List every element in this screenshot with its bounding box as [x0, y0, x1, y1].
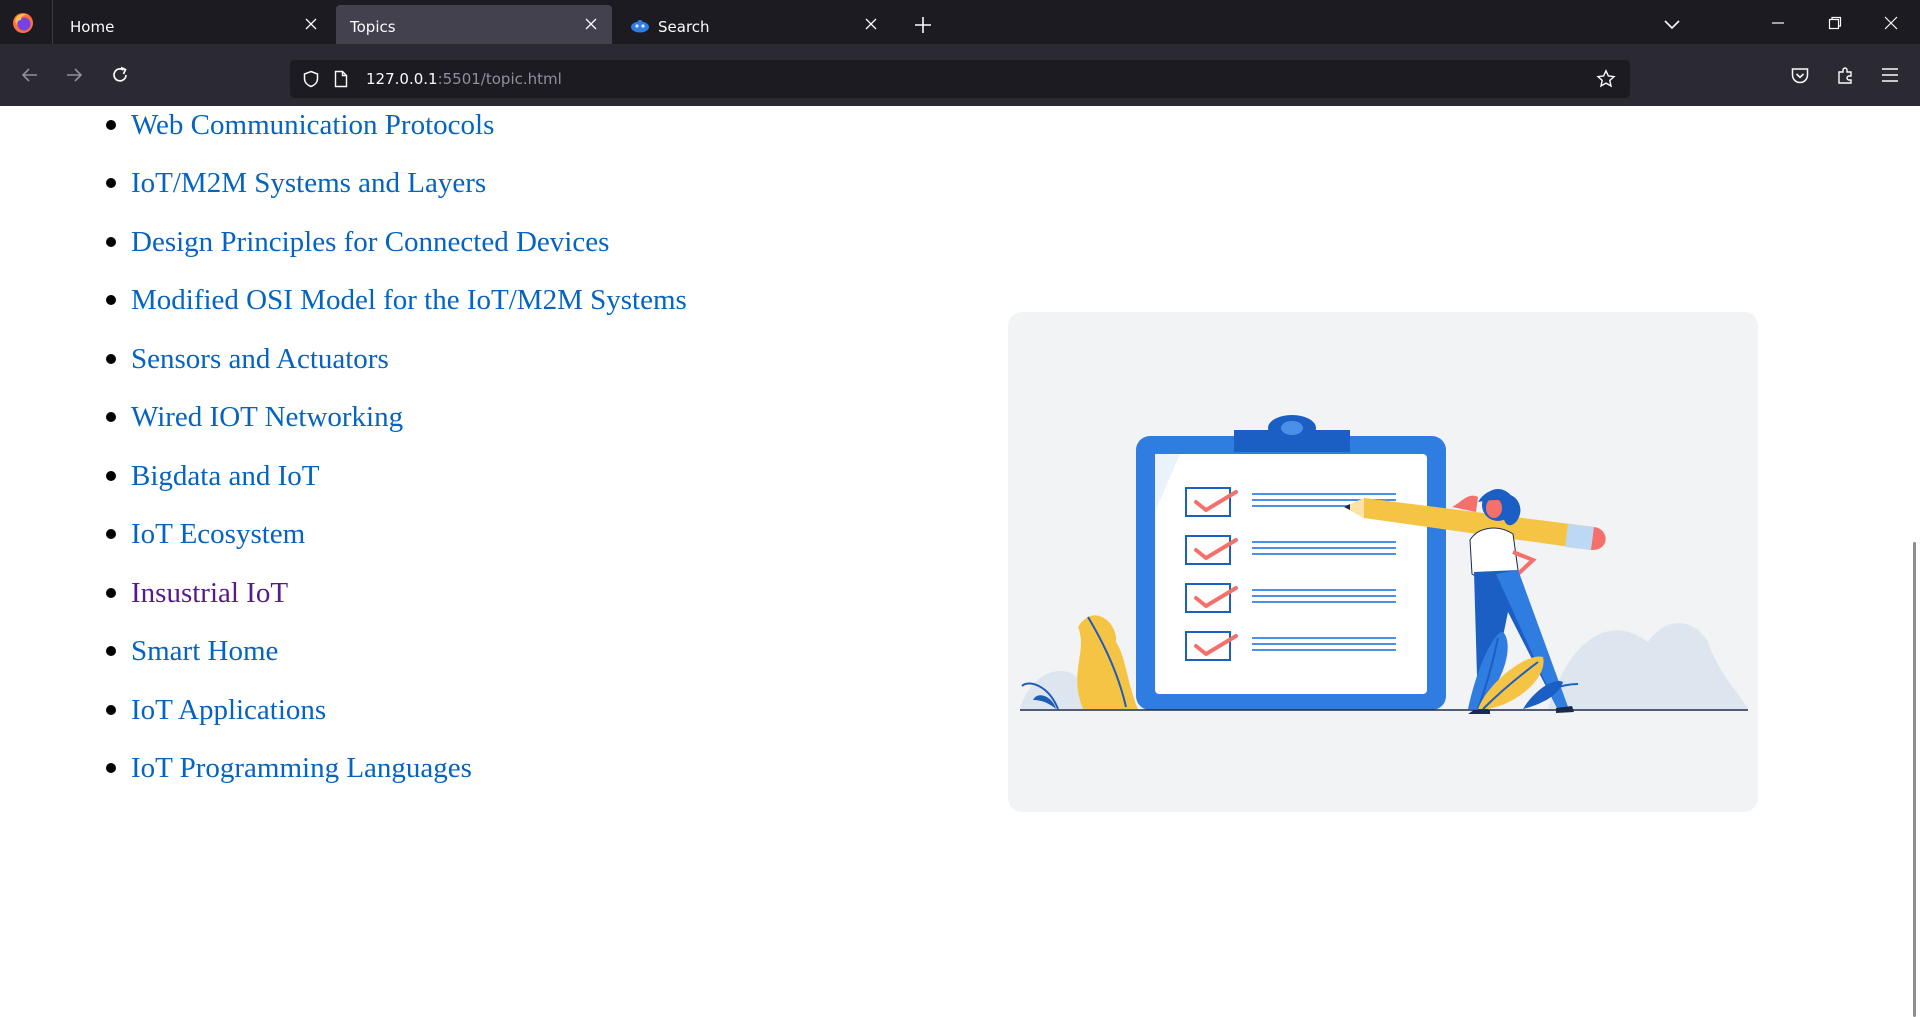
- url-path: :5501/topic.html: [437, 70, 562, 88]
- bullet: [106, 646, 116, 656]
- forward-arrow-icon[interactable]: [64, 65, 84, 85]
- window-close-icon[interactable]: [1884, 16, 1898, 30]
- topic-link[interactable]: Sensors and Actuators: [131, 343, 389, 375]
- navigation-toolbar: 127.0.0.1:5501/topic.html: [0, 44, 1920, 106]
- topic-link[interactable]: IoT/M2M Systems and Layers: [131, 167, 486, 199]
- hamburger-menu-icon[interactable]: [1881, 67, 1899, 83]
- search-favicon-icon: [631, 20, 649, 33]
- topic-link[interactable]: IoT Applications: [131, 694, 326, 726]
- list-item: Modified OSI Model for the IoT/M2M Syste…: [106, 283, 687, 317]
- list-item: Smart Home: [106, 634, 278, 668]
- list-item: IoT Applications: [106, 693, 326, 727]
- topic-link[interactable]: Insustrial IoT: [131, 577, 288, 609]
- list-item: IoT Programming Languages: [106, 751, 472, 785]
- chevron-down-icon[interactable]: [1664, 18, 1680, 30]
- close-icon[interactable]: [304, 17, 318, 31]
- page-viewport: Web Communication Protocols IoT/M2M Syst…: [0, 106, 1920, 1017]
- bullet: [106, 471, 116, 481]
- bullet: [106, 412, 116, 422]
- tab-bar: Home Topics Search: [0, 0, 1920, 50]
- tab-separator: [52, 0, 53, 44]
- topic-link[interactable]: IoT Ecosystem: [131, 518, 305, 550]
- back-arrow-icon[interactable]: [20, 65, 40, 85]
- list-item: Insustrial IoT: [106, 576, 288, 610]
- checklist-illustration: [1008, 312, 1758, 812]
- bullet: [106, 237, 116, 247]
- tab-title: Topics: [350, 18, 396, 36]
- close-icon[interactable]: [864, 17, 878, 31]
- tab-title: Search: [658, 18, 710, 36]
- topic-link[interactable]: Smart Home: [131, 635, 278, 667]
- extensions-icon[interactable]: [1836, 65, 1856, 85]
- bookmark-star-icon[interactable]: [1596, 69, 1616, 89]
- list-item: IoT/M2M Systems and Layers: [106, 166, 486, 200]
- minimize-icon[interactable]: [1771, 16, 1785, 30]
- list-item: Sensors and Actuators: [106, 342, 389, 376]
- bullet: [106, 588, 116, 598]
- bullet: [106, 120, 116, 130]
- close-icon[interactable]: [584, 17, 598, 31]
- firefox-logo-icon[interactable]: [12, 12, 34, 34]
- restore-icon[interactable]: [1828, 16, 1842, 30]
- list-item: Bigdata and IoT: [106, 459, 319, 493]
- reload-icon[interactable]: [110, 65, 130, 85]
- topic-link[interactable]: IoT Programming Languages: [131, 752, 472, 784]
- bullet: [106, 763, 116, 773]
- tab-home[interactable]: Home: [56, 0, 332, 44]
- page-icon[interactable]: [334, 70, 348, 88]
- list-item: Wired IOT Networking: [106, 400, 403, 434]
- topic-link[interactable]: Bigdata and IoT: [131, 460, 319, 492]
- list-item: Design Principles for Connected Devices: [106, 225, 609, 259]
- bullet: [106, 529, 116, 539]
- topic-link[interactable]: Design Principles for Connected Devices: [131, 226, 609, 258]
- topic-link[interactable]: Wired IOT Networking: [131, 401, 403, 433]
- bullet: [106, 295, 116, 305]
- shield-icon[interactable]: [302, 70, 320, 88]
- url-bar[interactable]: 127.0.0.1:5501/topic.html: [290, 60, 1630, 98]
- pocket-icon[interactable]: [1790, 66, 1810, 86]
- bullet: [106, 705, 116, 715]
- list-item: IoT Ecosystem: [106, 517, 305, 551]
- tab-title: Home: [70, 18, 115, 36]
- bullet: [106, 178, 116, 188]
- topic-link[interactable]: Web Communication Protocols: [131, 109, 494, 141]
- list-item: Web Communication Protocols: [106, 108, 494, 142]
- topic-link[interactable]: Modified OSI Model for the IoT/M2M Syste…: [131, 284, 687, 316]
- checklist-illustration-graphic: [1020, 415, 1748, 714]
- plus-icon[interactable]: [914, 16, 932, 34]
- scrollbar-thumb[interactable]: [1913, 542, 1916, 1017]
- tab-search[interactable]: Search: [616, 0, 892, 44]
- bullet: [106, 354, 116, 364]
- url-host: 127.0.0.1: [366, 70, 438, 88]
- url-text[interactable]: 127.0.0.1:5501/topic.html: [366, 70, 562, 88]
